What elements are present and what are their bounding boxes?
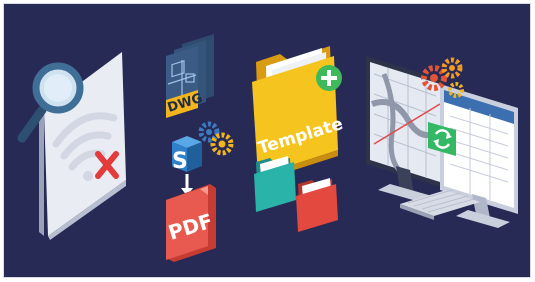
gear-icon bbox=[198, 121, 234, 156]
pdf-document-icon: PDF bbox=[165, 184, 216, 262]
templates-group: Template bbox=[252, 46, 345, 232]
blueprint-sheet-icon: DWG bbox=[166, 34, 214, 118]
illustration-canvas: DWG S PDF Template bbox=[17, 34, 518, 262]
conversion-group: DWG S PDF bbox=[165, 34, 234, 262]
s-cube-icon: S bbox=[172, 136, 202, 174]
illustration-banner: DWG S PDF Template bbox=[3, 3, 531, 278]
document-offline-group bbox=[17, 52, 126, 240]
teal-folder-icon bbox=[254, 156, 296, 212]
s-label: S bbox=[172, 149, 188, 174]
red-folder-icon bbox=[296, 178, 338, 232]
workstation-group bbox=[366, 56, 518, 228]
plus-icon bbox=[316, 65, 342, 91]
